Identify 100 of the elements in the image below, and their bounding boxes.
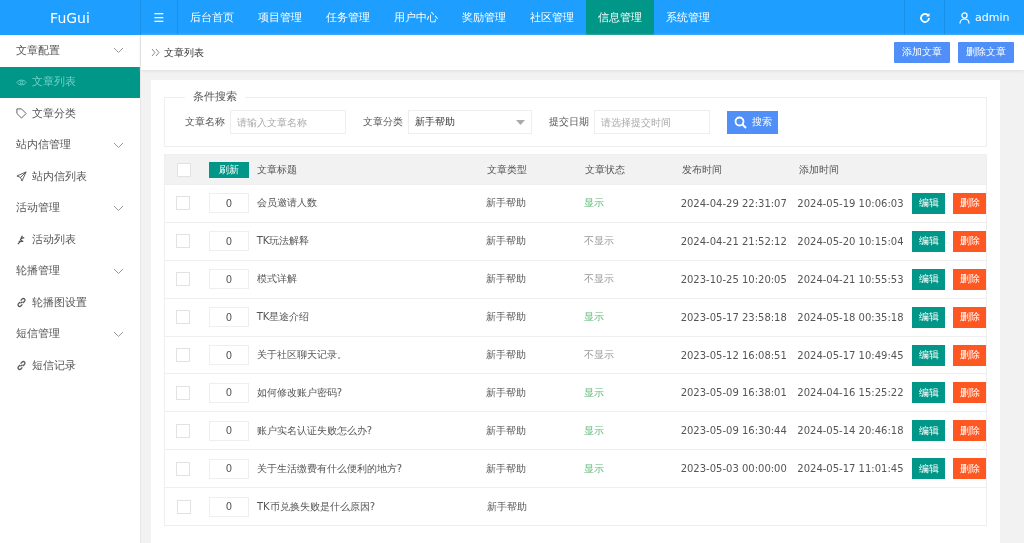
sidebar-item[interactable]: 短信记录 [0, 350, 140, 382]
status-text: 显示 [583, 310, 604, 325]
column-header: 文章状态 [585, 162, 625, 177]
table-cell: 如何修改账户密码? [256, 385, 343, 400]
nav-tab[interactable]: 奖励管理 [450, 0, 518, 35]
nav-tab[interactable]: 用户中心 [382, 0, 450, 35]
status-text: 显示 [583, 196, 604, 211]
column-header: 添加时间 [799, 162, 839, 177]
delete-button[interactable]: 删除 [953, 268, 986, 290]
table-cell: TK星途介绍 [256, 310, 310, 325]
field-label: 提交日期 [549, 115, 589, 129]
name-field[interactable]: 请输入文章名称 [230, 110, 346, 134]
sidebar-item[interactable]: 站内信列表 [0, 161, 140, 193]
status-text: 不显示 [583, 272, 614, 287]
status-text: 不显示 [583, 348, 614, 362]
nav-tab[interactable]: 信息管理 [586, 0, 654, 35]
sort-field[interactable]: 0 [208, 382, 249, 403]
column-header: 文章标题 [257, 162, 297, 177]
table-cell: 2023-05-09 16:30:44 [680, 425, 787, 437]
status-text: 显示 [583, 423, 604, 438]
sort-field[interactable]: 0 [208, 307, 249, 328]
table-cell: 2024-05-20 10:15:04 [797, 235, 904, 247]
delete-button[interactable]: 删除 [953, 192, 986, 214]
sidebar-group[interactable]: 活动管理 [0, 192, 140, 224]
column-header: 发布时间 [682, 162, 722, 177]
refresh-sort-button[interactable]: 刷新 [209, 161, 249, 178]
sort-field[interactable]: 0 [208, 420, 249, 441]
nav-tab[interactable]: 项目管理 [246, 0, 314, 35]
sidebar-group[interactable]: 文章配置 [0, 35, 140, 67]
table-cell: 新手帮助 [486, 234, 527, 249]
sidebar-item[interactable]: 活动列表 [0, 224, 140, 256]
delete-button[interactable]: 删除 [953, 420, 986, 442]
edit-button[interactable]: 编辑 [912, 420, 945, 442]
search-button[interactable]: 搜索 [727, 110, 778, 134]
table-cell: 2023-05-12 16:08:51 [680, 349, 787, 361]
table-cell: 关于生活缴费有什么便利的地方? [256, 461, 403, 476]
edit-button[interactable]: 编辑 [912, 306, 945, 328]
table-cell: 2024-05-14 20:46:18 [797, 425, 904, 437]
sort-field[interactable]: 0 [208, 458, 249, 479]
table-cell: 模式详解 [256, 272, 297, 287]
delete-button[interactable]: 删除 [953, 382, 986, 404]
sort-field[interactable]: 0 [208, 193, 249, 214]
table-cell: 2024-05-18 00:35:18 [797, 311, 904, 323]
table-cell: 新手帮助 [486, 461, 527, 476]
table-cell: 新手帮助 [487, 499, 527, 514]
table-cell: 2024-04-21 10:55:53 [797, 273, 904, 285]
edit-button[interactable]: 编辑 [912, 268, 945, 290]
edit-button[interactable]: 编辑 [912, 344, 945, 366]
sort-field[interactable]: 0 [208, 231, 249, 252]
edit-button[interactable]: 编辑 [912, 230, 945, 252]
nav-tab[interactable]: 后台首页 [178, 0, 246, 35]
search-legend: 条件搜索 [185, 90, 245, 104]
delete-button[interactable]: 删除 [953, 458, 986, 480]
table-cell: 2024-04-16 15:25:22 [797, 387, 904, 399]
add-article-button[interactable]: 添加文章 [894, 42, 950, 63]
delete-button[interactable]: 删除 [953, 344, 986, 366]
category-dropdown[interactable]: 新手帮助 [408, 110, 532, 134]
table-cell: TK币兑换失败是什么原因? [257, 499, 375, 514]
edit-button[interactable]: 编辑 [912, 458, 945, 480]
edit-button[interactable]: 编辑 [912, 192, 945, 214]
table-cell: 2023-05-09 16:38:01 [680, 387, 787, 399]
table-cell: 2023-05-03 00:00:00 [680, 463, 787, 475]
table-cell: 新手帮助 [486, 272, 527, 287]
table-cell: 关于社区聊天记录。 [256, 348, 347, 362]
table-cell: 账户实名认证失败怎么办? [256, 423, 373, 438]
table-cell: 2024-05-17 10:49:45 [797, 349, 904, 361]
sort-field[interactable]: 0 [208, 345, 249, 365]
table-cell: 2024-04-29 22:31:07 [680, 197, 787, 209]
date-field[interactable]: 请选择提交时间 [594, 110, 710, 134]
delete-article-button[interactable]: 删除文章 [958, 42, 1014, 63]
sidebar-item[interactable]: 文章列表 [0, 66, 140, 98]
status-text: 显示 [583, 385, 604, 400]
table-cell: 2024-05-17 11:01:45 [797, 463, 904, 475]
sidebar-group[interactable]: 轮播管理 [0, 255, 140, 287]
nav-tab[interactable]: 社区管理 [518, 0, 586, 35]
sort-field[interactable]: 0 [209, 496, 249, 517]
table-cell: 2024-04-21 21:52:12 [680, 235, 787, 247]
table-cell: 会员邀请人数 [256, 196, 317, 211]
table-cell: 2023-05-17 23:58:18 [680, 311, 787, 323]
edit-button[interactable]: 编辑 [912, 382, 945, 404]
table-cell: 新手帮助 [486, 385, 527, 400]
sidebar-group[interactable]: 站内信管理 [0, 129, 140, 161]
nav-tab[interactable]: 系统管理 [654, 0, 722, 35]
status-text: 显示 [583, 461, 604, 476]
sidebar-item[interactable]: 文章分类 [0, 98, 140, 130]
sidebar-group[interactable]: 短信管理 [0, 318, 140, 350]
sort-field[interactable]: 0 [208, 269, 249, 290]
field-label: 文章分类 [363, 115, 403, 129]
field-label: 文章名称 [185, 115, 225, 129]
table-cell: 新手帮助 [486, 423, 527, 438]
table-cell: 2024-05-19 10:06:03 [797, 197, 904, 209]
table-cell: TK玩法解释 [256, 234, 310, 249]
breadcrumb: 文章列表 [164, 45, 204, 60]
nav-tab[interactable]: 任务管理 [314, 0, 382, 35]
delete-button[interactable]: 删除 [953, 230, 986, 252]
delete-button[interactable]: 删除 [953, 306, 986, 328]
logo: FuGui [49, 8, 91, 28]
table-cell: 新手帮助 [486, 348, 527, 362]
sidebar-item[interactable]: 轮播图设置 [0, 287, 140, 319]
table-cell: 新手帮助 [486, 310, 527, 325]
